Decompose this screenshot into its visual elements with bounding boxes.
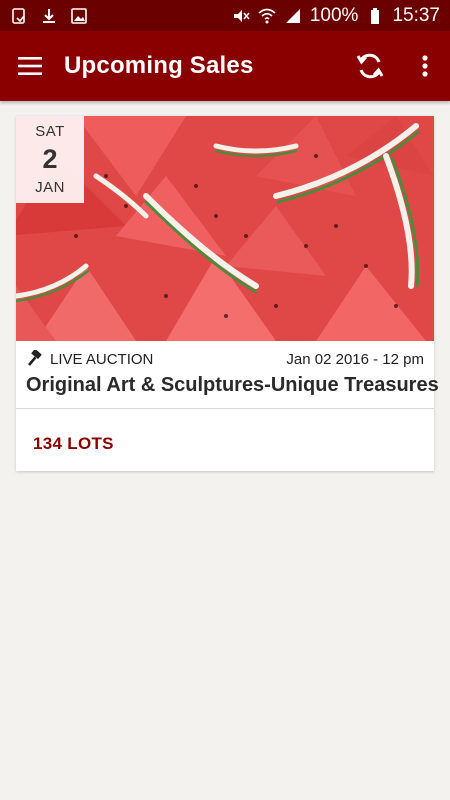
menu-button[interactable] xyxy=(0,31,60,101)
overflow-icon xyxy=(422,55,428,77)
page-title: Upcoming Sales xyxy=(64,52,254,79)
sale-card[interactable]: SAT 2 JAN LIVE AUCTION Jan 02 2016 - 12 … xyxy=(16,116,439,471)
battery-percent: 100% xyxy=(309,4,359,26)
sale-date-weekday: SAT xyxy=(35,123,65,140)
image-icon xyxy=(70,7,88,25)
sale-datetime: Jan 02 2016 - 12 pm xyxy=(286,350,424,368)
gavel-icon xyxy=(26,350,44,368)
refresh-button[interactable] xyxy=(340,31,400,101)
screenshot-icon xyxy=(10,7,28,25)
sale-type: LIVE AUCTION xyxy=(26,350,153,368)
wifi-icon xyxy=(258,7,276,25)
mute-icon xyxy=(232,7,250,25)
signal-icon xyxy=(284,7,302,25)
sale-image: SAT 2 JAN xyxy=(16,116,434,341)
overflow-menu-button[interactable] xyxy=(400,31,450,101)
menu-icon xyxy=(18,57,42,75)
card-divider xyxy=(16,408,434,409)
status-bar-right: 100% 15:37 xyxy=(232,5,440,27)
sale-meta: LIVE AUCTION Jan 02 2016 - 12 pm xyxy=(26,348,424,370)
clock: 15:37 xyxy=(392,4,440,26)
status-bar-left xyxy=(10,7,88,25)
battery-icon xyxy=(366,7,384,25)
sale-date-day: 2 xyxy=(42,144,58,174)
status-bar: 100% 15:37 xyxy=(0,0,450,31)
sale-date-month: JAN xyxy=(35,179,65,196)
refresh-icon xyxy=(356,53,384,79)
lots-count-link[interactable]: 134 LOTS xyxy=(33,434,114,454)
sale-title: Original Art & Sculptures-Unique Treasur… xyxy=(26,374,439,396)
download-icon xyxy=(40,7,58,25)
sale-date-badge: SAT 2 JAN xyxy=(16,116,84,203)
app-bar: Upcoming Sales xyxy=(0,31,450,101)
sale-type-label: LIVE AUCTION xyxy=(50,350,154,368)
